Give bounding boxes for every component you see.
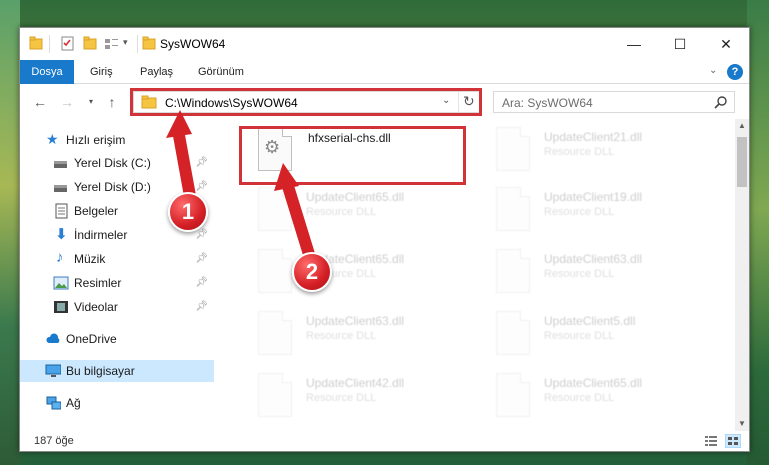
step-2-badge: 2 bbox=[292, 252, 332, 292]
annotation-arrows bbox=[166, 110, 318, 270]
step-1-badge: 1 bbox=[168, 192, 208, 232]
